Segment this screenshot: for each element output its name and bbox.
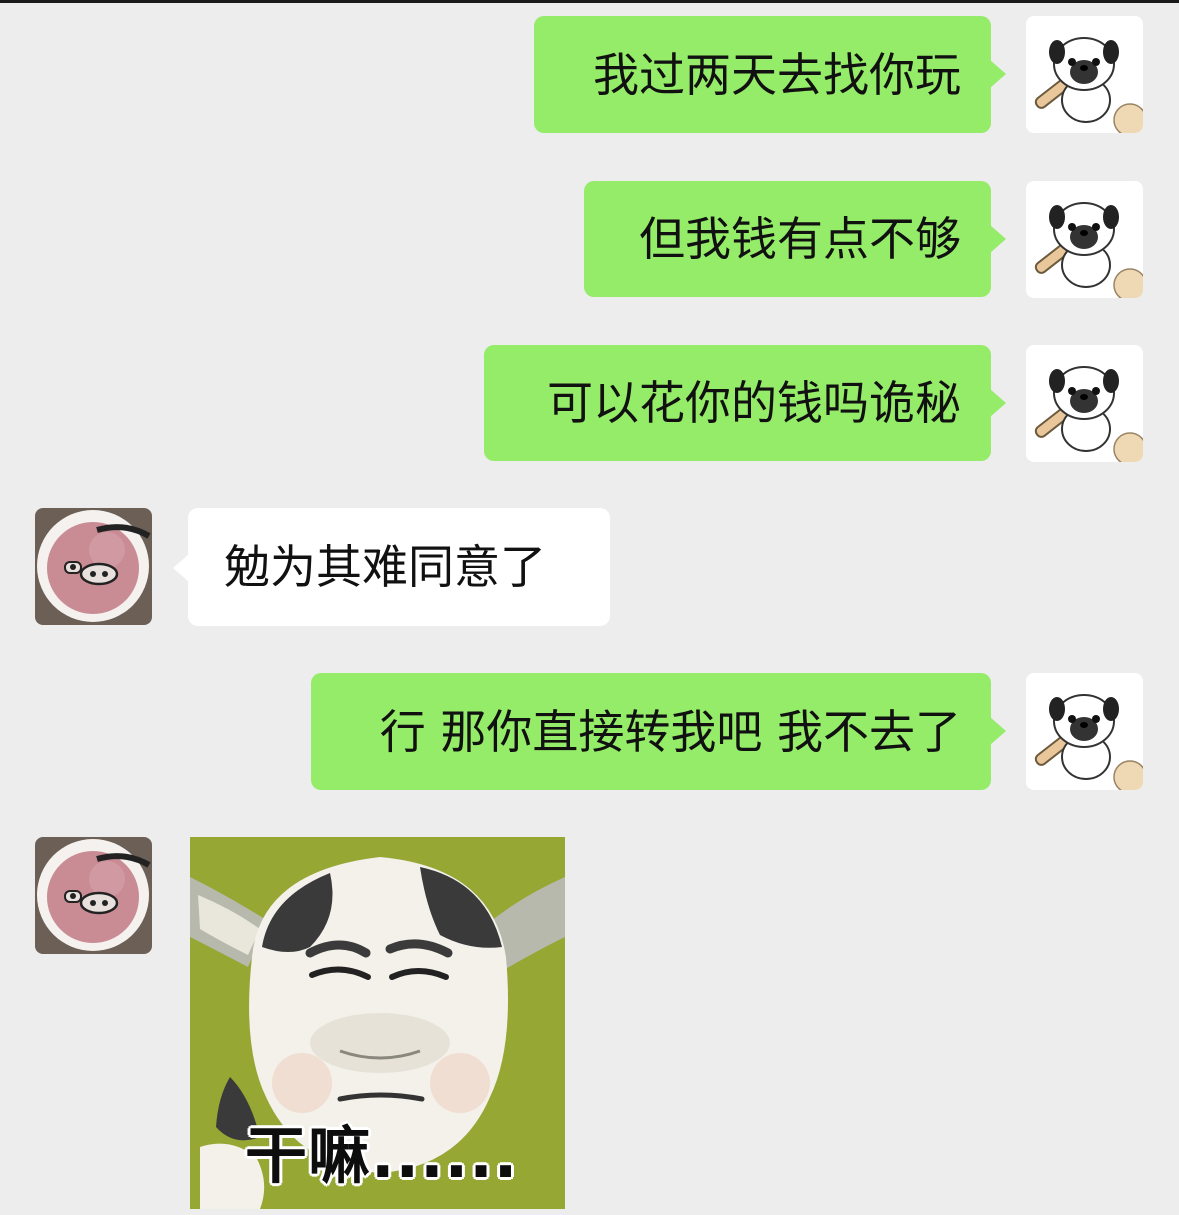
my-avatar-pug-icon[interactable]: [1026, 181, 1143, 298]
message-text: 勉为其难同意了: [224, 540, 546, 594]
message-row: 我过两天去找你玩: [0, 16, 1179, 134]
bubble-tail: [990, 225, 1006, 253]
contact-avatar-pig-icon[interactable]: [35, 837, 152, 954]
my-avatar-pug-icon[interactable]: [1026, 673, 1143, 790]
message-text: 可以花你的钱吗诡秘: [547, 376, 961, 430]
cow-face-sticker[interactable]: 干嘛......: [190, 837, 565, 1209]
my-message-bubble[interactable]: 但我钱有点不够: [584, 181, 991, 297]
top-border: [0, 0, 1179, 3]
message-row: 勉为其难同意了: [0, 508, 1179, 627]
my-avatar-pug-icon[interactable]: [1026, 345, 1143, 462]
sticker-caption: 干嘛......: [245, 1119, 519, 1192]
message-row: 可以花你的钱吗诡秘: [0, 345, 1179, 462]
my-message-bubble[interactable]: 我过两天去找你玩: [534, 16, 991, 133]
my-message-bubble[interactable]: 行 那你直接转我吧 我不去了: [311, 673, 991, 790]
contact-avatar-pig-icon[interactable]: [35, 508, 152, 625]
my-avatar-pug-icon[interactable]: [1026, 16, 1143, 133]
bubble-tail: [173, 554, 189, 582]
message-row: 但我钱有点不够: [0, 181, 1179, 298]
bubble-tail: [990, 60, 1006, 88]
message-text: 但我钱有点不够: [639, 212, 961, 266]
message-row: 行 那你直接转我吧 我不去了: [0, 673, 1179, 791]
bubble-tail: [990, 717, 1006, 745]
my-message-bubble[interactable]: 可以花你的钱吗诡秘: [484, 345, 991, 461]
message-text: 行 那你直接转我吧 我不去了: [379, 704, 961, 759]
bubble-tail: [990, 389, 1006, 417]
message-text: 我过两天去找你玩: [593, 47, 961, 102]
their-message-bubble[interactable]: 勉为其难同意了: [188, 508, 610, 626]
